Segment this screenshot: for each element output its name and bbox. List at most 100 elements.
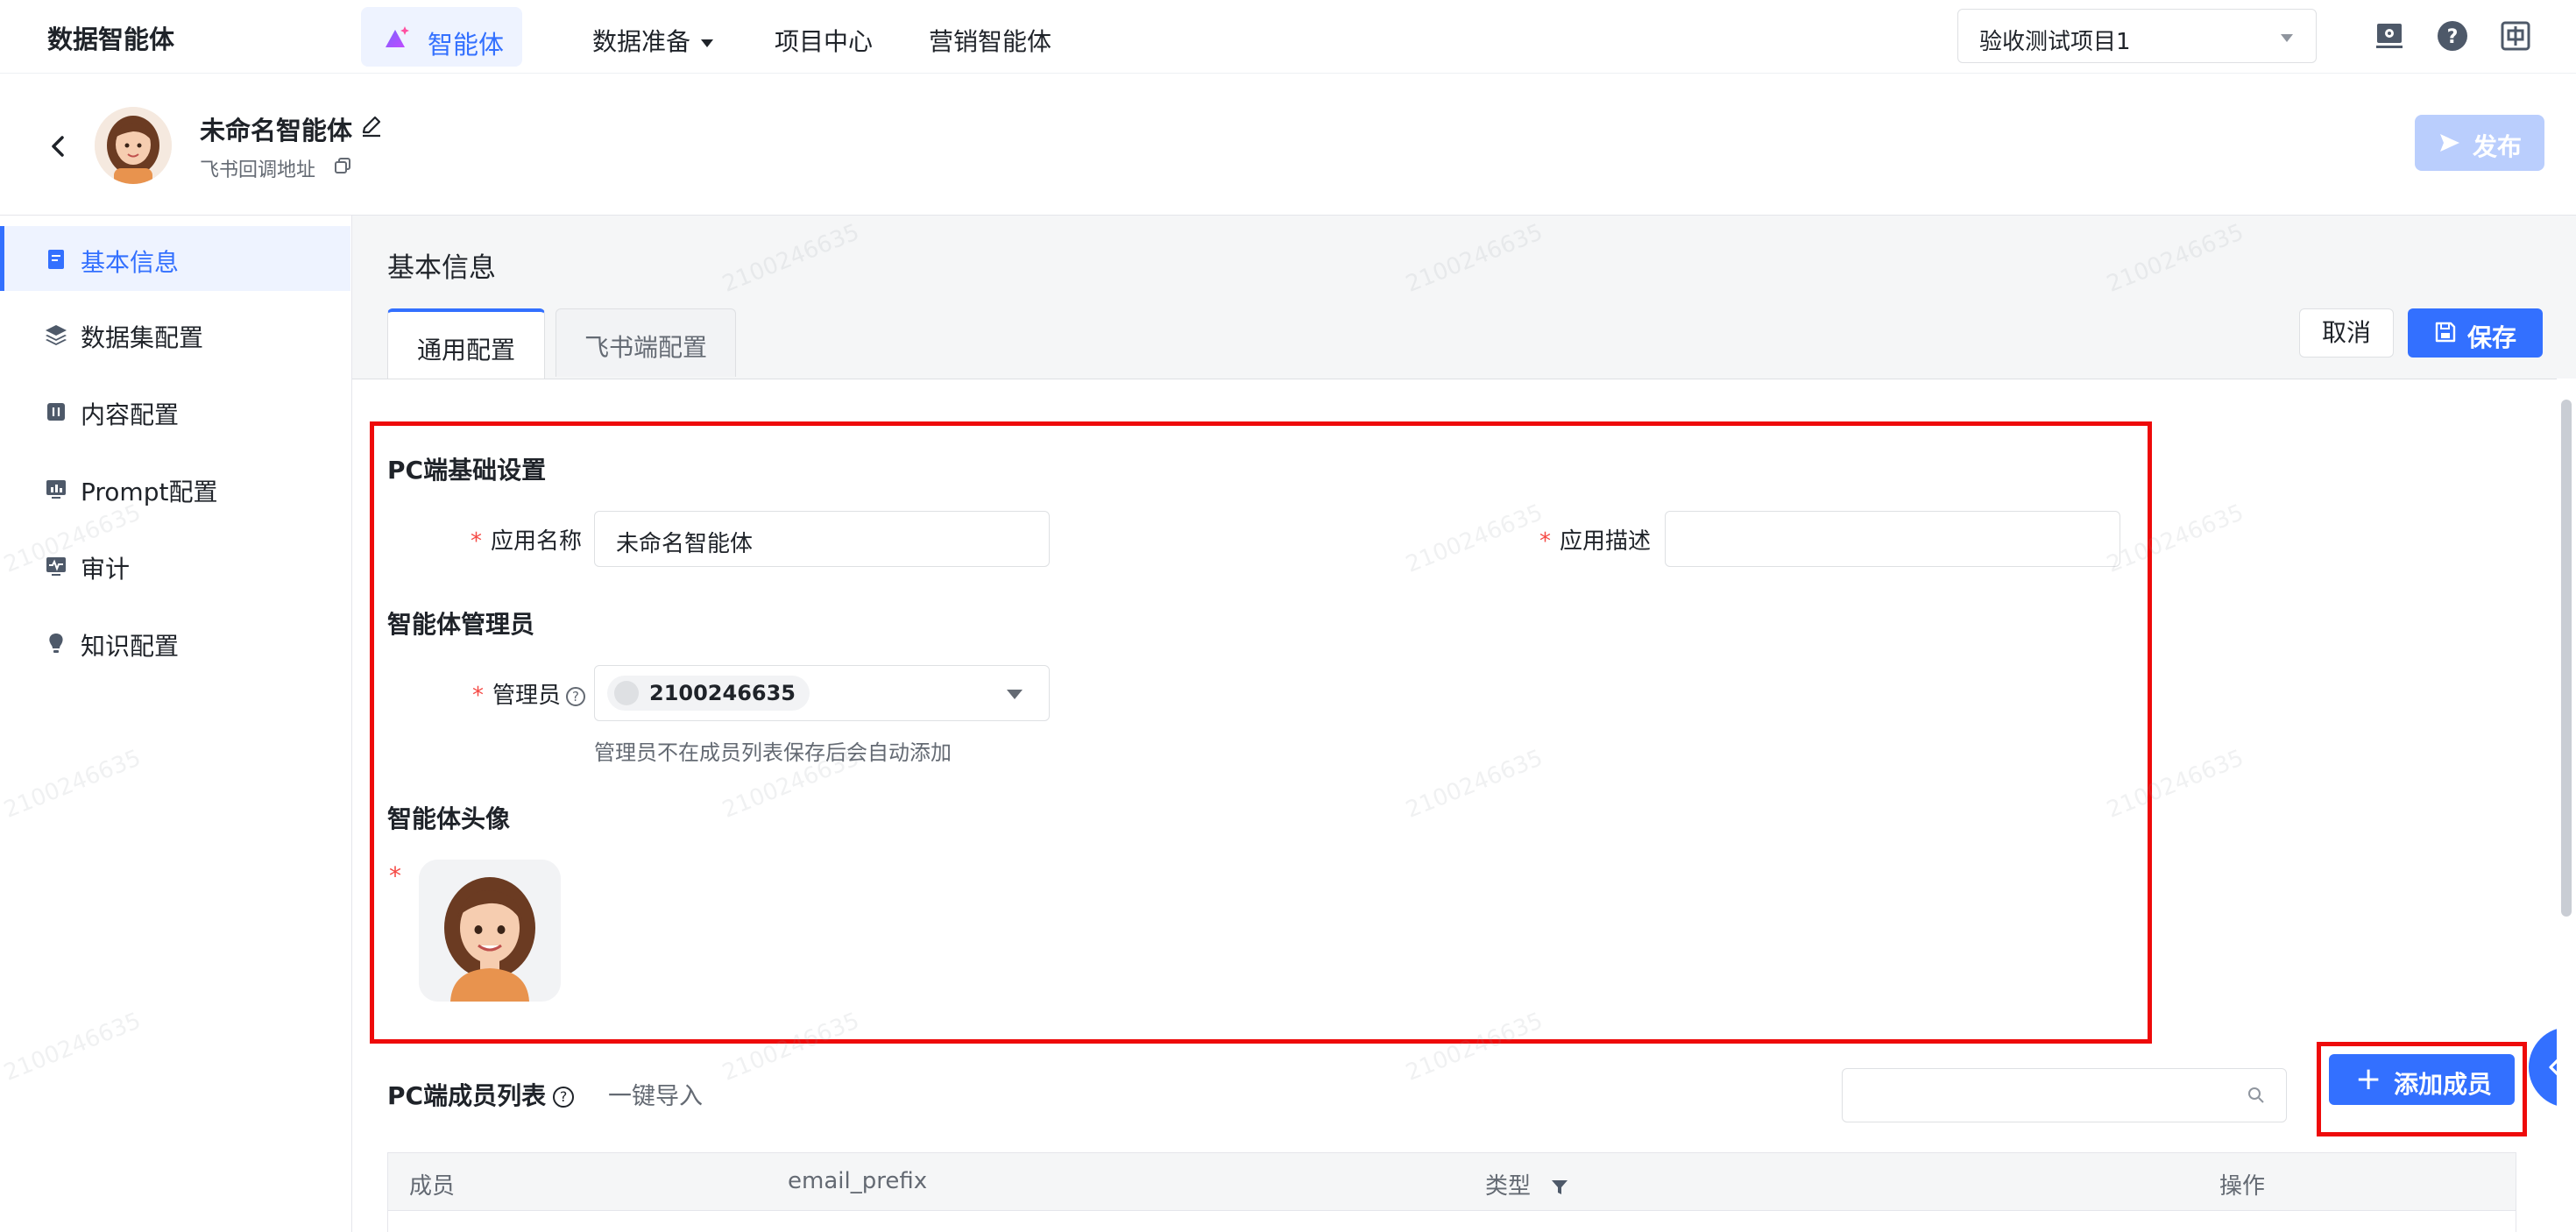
nav-data-prep[interactable]: 数据准备: [592, 23, 714, 58]
nav-project-center[interactable]: 项目中心: [775, 23, 873, 58]
agent-avatar-upload[interactable]: [419, 860, 561, 1002]
plus-icon: +: [2355, 1061, 2382, 1097]
sidebar-item-label: Prompt配置: [81, 478, 218, 506]
monitor-settings-icon[interactable]: [2373, 19, 2406, 53]
admin-help-text: 管理员不在成员列表保存后会自动添加: [594, 740, 952, 765]
sidebar-item-basic-info[interactable]: 基本信息: [0, 226, 350, 291]
required-asterisk: *: [470, 528, 482, 555]
send-icon: [2440, 134, 2459, 152]
config-sidebar: 基本信息 数据集配置 内容配置 Prompt配置 审计 知识配置: [0, 216, 352, 1232]
cancel-button[interactable]: 取消: [2299, 308, 2394, 358]
nav-tab-agent[interactable]: 智能体: [361, 7, 522, 67]
app-desc-input[interactable]: [1665, 511, 2120, 567]
save-disk-icon: [2435, 322, 2456, 343]
svg-text:?: ?: [2447, 26, 2459, 48]
app-desc-label: * 应用描述: [1526, 523, 1651, 556]
search-icon: [2248, 1087, 2264, 1103]
add-member-button-label: 添加成员: [2394, 1070, 2493, 1099]
chevron-down-icon: [1007, 690, 1023, 699]
project-select-value: 验收测试项目1: [1979, 29, 2131, 55]
app-name-label: * 应用名称: [463, 523, 582, 556]
agent-avatar: [95, 107, 172, 184]
audit-icon: [46, 557, 66, 576]
project-select[interactable]: 验收测试项目1: [1957, 9, 2317, 63]
document-icon: [48, 250, 64, 269]
column-actions: 操作: [2219, 1173, 2266, 1200]
nav-marketing-agent[interactable]: 营销智能体: [929, 23, 1051, 58]
pc-member-list-title-text: PC端成员列表: [387, 1081, 547, 1110]
sidebar-item-audit[interactable]: 审计: [0, 533, 350, 598]
admin-label: * 管理员?: [449, 677, 585, 710]
app-name-label-text: 应用名称: [490, 528, 582, 555]
publish-button-label: 发布: [2473, 132, 2523, 161]
config-panel: PC端基础设置 * 应用名称 未命名智能体 * 应用描述 智能体管理员 * 管理员? …: [352, 379, 2557, 1232]
question-circle-icon[interactable]: ?: [553, 1087, 575, 1108]
admin-user-id: 2100246635: [649, 681, 796, 705]
tab-general-config-label: 通用配置: [416, 336, 515, 365]
sidebar-item-label: 基本信息: [81, 248, 180, 277]
main-content: 基本信息 通用配置 飞书端配置 取消 保存 PC端基础设置 * 应用名称 未命名智…: [352, 216, 2576, 1232]
sidebar-item-content-config[interactable]: 内容配置: [0, 379, 350, 443]
bulb-icon: [49, 634, 63, 653]
chevron-down-icon: [701, 39, 714, 47]
content-icon: [47, 403, 65, 421]
help-icon[interactable]: ?: [2436, 19, 2469, 53]
section-title: 基本信息: [387, 252, 496, 284]
sidebar-item-label: 数据集配置: [81, 323, 204, 352]
tab-general-config[interactable]: 通用配置: [387, 308, 545, 379]
column-email-prefix: email_prefix: [788, 1168, 928, 1194]
save-button[interactable]: 保存: [2408, 308, 2543, 358]
sidebar-item-prompt-config[interactable]: Prompt配置: [0, 456, 350, 520]
admin-select[interactable]: 2100246635: [594, 665, 1050, 721]
column-type-label: 类型: [1485, 1173, 1532, 1200]
agent-name: 未命名智能体: [200, 116, 353, 145]
top-navigation-bar: 数据智能体 智能体 数据准备 项目中心 营销智能体 验收测试项目1 ?: [0, 0, 2576, 74]
sidebar-item-label: 审计: [81, 555, 131, 584]
brand-title: 数据智能体: [47, 25, 175, 54]
one-click-import-link[interactable]: 一键导入: [608, 1077, 703, 1111]
required-asterisk: *: [1539, 528, 1551, 555]
tab-feishu-config-label: 飞书端配置: [584, 333, 707, 362]
member-table: 成员 email_prefix 类型 操作: [387, 1152, 2516, 1232]
agent-avatar-title: 智能体头像: [387, 804, 511, 833]
app-name-input[interactable]: 未命名智能体: [594, 511, 1050, 567]
language-switch-icon[interactable]: [2499, 19, 2532, 53]
sidebar-item-knowledge-config[interactable]: 知识配置: [0, 610, 350, 675]
pc-basic-settings-title: PC端基础设置: [387, 456, 547, 485]
chart-icon: [46, 480, 66, 499]
tab-feishu-config[interactable]: 飞书端配置: [556, 308, 736, 377]
app-desc-label-text: 应用描述: [1559, 528, 1651, 555]
sidebar-item-label: 知识配置: [81, 632, 180, 661]
nav-tab-agent-label: 智能体: [428, 30, 505, 60]
column-member: 成员: [409, 1173, 456, 1200]
user-avatar-icon: [614, 681, 639, 705]
scrollbar-thumb[interactable]: [2561, 400, 2572, 917]
question-circle-icon[interactable]: ?: [566, 686, 585, 706]
edit-pencil-icon[interactable]: [359, 114, 384, 138]
app-name-value: 未命名智能体: [616, 531, 754, 557]
add-member-button[interactable]: + 添加成员: [2329, 1054, 2515, 1105]
column-type: 类型: [1485, 1168, 1569, 1200]
copy-icon[interactable]: [333, 156, 352, 175]
required-asterisk: *: [389, 861, 401, 890]
member-search-input[interactable]: [1842, 1068, 2287, 1122]
content-scrollbar[interactable]: [2557, 379, 2576, 1232]
nav-data-prep-label: 数据准备: [592, 27, 691, 56]
layers-icon: [46, 325, 67, 345]
publish-button[interactable]: 发布: [2415, 115, 2544, 171]
pc-member-list-title: PC端成员列表?: [387, 1077, 575, 1112]
sidebar-item-label: 内容配置: [81, 400, 180, 429]
sidebar-item-dataset-config[interactable]: 数据集配置: [0, 301, 350, 366]
sparkle-mountain-icon: [386, 26, 409, 47]
callback-address-label: 飞书回调地址: [200, 159, 316, 181]
required-asterisk: *: [471, 683, 484, 709]
back-arrow-icon[interactable]: [46, 133, 72, 159]
agent-admin-title: 智能体管理员: [387, 610, 535, 639]
filter-icon[interactable]: [1550, 1178, 1569, 1197]
member-table-header: 成员 email_prefix 类型 操作: [388, 1153, 2516, 1211]
admin-user-chip[interactable]: 2100246635: [607, 676, 810, 711]
save-button-label: 保存: [2467, 323, 2517, 352]
agent-header: 未命名智能体 飞书回调地址 发布: [0, 74, 2576, 216]
chevron-down-icon: [2281, 34, 2293, 42]
admin-label-text: 管理员: [492, 683, 561, 709]
